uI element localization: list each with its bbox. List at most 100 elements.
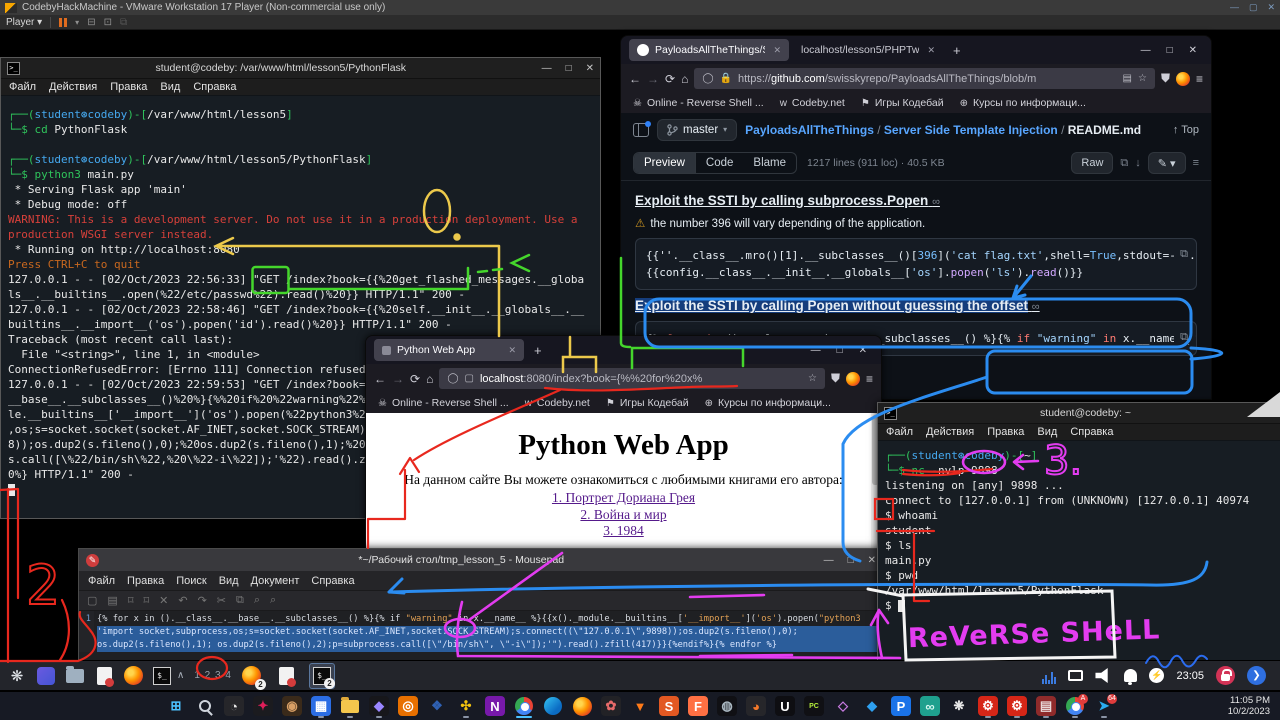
search-icon[interactable]: ⌕ [254, 594, 260, 607]
kali-menu-launcher[interactable]: ❋ [6, 665, 28, 687]
taskbar-windows[interactable]: 2$_2 [238, 663, 336, 689]
firefox-account-icon[interactable] [1176, 72, 1190, 86]
close-icon[interactable]: ✕ [586, 63, 594, 74]
terminal-menubar[interactable]: ФайлДействияПравкаВидСправка [1, 79, 600, 96]
new-file-icon[interactable]: ▢ [87, 594, 97, 607]
terminal-titlebar[interactable]: >_ student@codeby: /var/www/html/lesson5… [1, 58, 600, 79]
minimize-icon[interactable]: — [1141, 45, 1151, 56]
close-icon[interactable]: ✕ [859, 345, 867, 356]
cpu-graph-icon[interactable] [1042, 668, 1056, 684]
host-clock[interactable]: 11:05 PM 10/2/2023 [1228, 695, 1270, 717]
close-tab-icon[interactable]: ✕ [773, 45, 781, 56]
menu-item-Файл[interactable]: Файл [886, 426, 913, 438]
bookmark-codeby-net[interactable]: wCodeby.net [780, 97, 845, 109]
shield-icon[interactable]: ◯ [447, 373, 458, 384]
close-icon[interactable]: ✕ [868, 555, 876, 566]
url-bar[interactable]: ◯ ▢ localhost:8080/index?book={%%20for%2… [439, 368, 825, 389]
menu-icon[interactable]: ≡ [1196, 72, 1203, 86]
menu-item-Действия[interactable]: Действия [926, 426, 974, 438]
chrome-icon[interactable] [512, 694, 536, 718]
pycharm-icon[interactable]: PC [802, 694, 826, 718]
minimize-icon[interactable]: — [824, 555, 834, 566]
heading-popen-offset[interactable]: Exploit the SSTI by calling Popen withou… [635, 298, 1197, 313]
extensions-shield-icon[interactable]: ⛊ [831, 371, 840, 386]
mousepad-window[interactable]: ✎ *~/Рабочий стол/tmp_lesson_5 - Mousepa… [78, 548, 884, 662]
notifications-icon[interactable] [1124, 669, 1137, 682]
book-link-2[interactable]: 2. Война и мир [366, 507, 881, 524]
minimize-icon[interactable]: — [1230, 2, 1239, 13]
maximize-icon[interactable]: □ [1167, 45, 1173, 56]
window-controls[interactable]: — □ ✕ [1141, 45, 1203, 56]
terminal-output[interactable]: ┌──(student⊛codeby)-[~]└─$ nc -nvlp 9898… [878, 441, 1280, 613]
fdm-icon[interactable]: F [686, 694, 710, 718]
forward-icon[interactable]: → [647, 72, 659, 86]
book-link-3[interactable]: 3. 1984 [366, 523, 881, 540]
vscode-icon[interactable]: ◆ [860, 694, 884, 718]
firefox-account-icon[interactable] [846, 372, 860, 386]
workspace-switcher[interactable]: 1 2 3 4 [194, 670, 232, 681]
host-taskbar[interactable]: ⊞◔✦◉▦◆◎❖✣N✿▼SF◍◕UPC◇◆P∞❋⚙⚙▤A➤64 11:05 PM… [0, 692, 1280, 720]
display-icon[interactable] [1068, 670, 1083, 681]
close-doc-icon[interactable]: ✕ [159, 594, 168, 607]
url-bar[interactable]: ◯ 🔒 https://github.com/swisskyrepo/Paylo… [694, 68, 1155, 89]
new-tab-button[interactable]: + [947, 43, 967, 58]
cut-icon[interactable]: ✂ [217, 594, 226, 607]
menu-item-Файл[interactable]: Файл [88, 575, 115, 587]
sublime-icon[interactable]: S [657, 694, 681, 718]
extensions-shield-icon[interactable]: ⛊ [1161, 71, 1170, 86]
bookmark-online-reverse-shell-[interactable]: ☠Online - Reverse Shell ... [378, 397, 509, 409]
vm-system-tray[interactable]: ⚡ 23:05 ❯ [1042, 666, 1274, 685]
menu-item-Справка[interactable]: Справка [1070, 426, 1113, 438]
session-icon[interactable]: ❯ [1247, 666, 1266, 685]
virtualbox-icon[interactable]: ❖ [425, 694, 449, 718]
vmware-window-controls[interactable]: — ▢ ✕ [1230, 2, 1275, 13]
copy-icon[interactable]: ⧉ [1174, 245, 1188, 262]
bookmark--[interactable]: ⚑Игры Кодебай [606, 397, 689, 409]
bookmark--[interactable]: ⊕Курсы по информаци... [705, 397, 831, 409]
kali-icon[interactable]: ❋ [947, 694, 971, 718]
chevron-up-icon[interactable]: ∧ [177, 670, 184, 681]
vm-taskbar[interactable]: ❋$_ ∧ 1 2 3 4 2$_2 ⚡ 23:05 ❯ [0, 660, 1280, 690]
show-desktop-launcher[interactable] [35, 665, 57, 687]
close-icon[interactable]: ✕ [1267, 2, 1275, 13]
pause-button[interactable] [59, 18, 67, 27]
vmware-icon[interactable]: ✣ [454, 694, 478, 718]
chrome-profile-icon[interactable]: A [1063, 694, 1087, 718]
menu-item-Вид[interactable]: Вид [160, 81, 180, 93]
menu-item-Правка[interactable]: Правка [110, 81, 147, 93]
firefox-icon[interactable] [570, 694, 594, 718]
text-editor-launcher[interactable] [93, 665, 115, 687]
edge-icon[interactable] [541, 694, 565, 718]
bookmark--[interactable]: ⊕Курсы по информаци... [960, 97, 1086, 109]
back-to-top-link[interactable]: ↑ Top [1173, 124, 1199, 136]
pause-dropdown-icon[interactable]: ▾ [75, 18, 79, 27]
bookmark--[interactable]: ⚑Игры Кодебай [861, 97, 944, 109]
tab-payloadsallthethings[interactable]: PayloadsAllTheThings/Se ✕ [629, 39, 789, 61]
bookmarks-bar[interactable]: ☠Online - Reverse Shell ...wCodeby.net⚑И… [366, 393, 881, 413]
telegram-icon[interactable]: ➤64 [1092, 694, 1116, 718]
tab-localhost-phptwig[interactable]: localhost/lesson5/PHPTwig/i ✕ [793, 39, 943, 61]
window-controls[interactable]: — □ ✕ [824, 555, 876, 566]
unreal-icon[interactable]: U [773, 694, 797, 718]
breadcrumb[interactable]: PayloadsAllTheThings / Server Side Templ… [745, 123, 1141, 137]
visual-studio-icon[interactable]: ◇ [831, 694, 855, 718]
editor-text[interactable]: {% for x in ().__class__.__base__.__subc… [95, 611, 883, 652]
forward-icon[interactable]: → [392, 372, 404, 386]
tab-python-web-app[interactable]: Python Web App ✕ [374, 339, 524, 361]
new-tab-button[interactable]: + [528, 343, 548, 358]
menu-item-Справка[interactable]: Справка [311, 575, 354, 587]
vm-clock[interactable]: 23:05 [1176, 670, 1204, 682]
explorer-icon[interactable] [338, 694, 362, 718]
reload-icon[interactable]: ⟳ [665, 72, 675, 86]
hack-tool-2-icon[interactable]: ⚙ [1005, 694, 1029, 718]
teal-app-icon[interactable]: ∞ [918, 694, 942, 718]
terminal-menubar[interactable]: ФайлДействияПравкаВидСправка [878, 424, 1280, 441]
search-icon[interactable] [193, 694, 217, 718]
terminal-titlebar[interactable]: >_ student@codeby: ~ [878, 403, 1280, 424]
speedtest-icon[interactable]: ◔ [222, 694, 246, 718]
menu-item-Правка[interactable]: Правка [987, 426, 1024, 438]
save-icon[interactable]: ⌑ [128, 594, 134, 607]
bookmark-star-icon[interactable]: ☆ [808, 373, 817, 384]
start-icon[interactable]: ⊞ [164, 694, 188, 718]
mousepad-menubar[interactable]: ФайлПравкаПоискВидДокументСправка [79, 571, 883, 591]
